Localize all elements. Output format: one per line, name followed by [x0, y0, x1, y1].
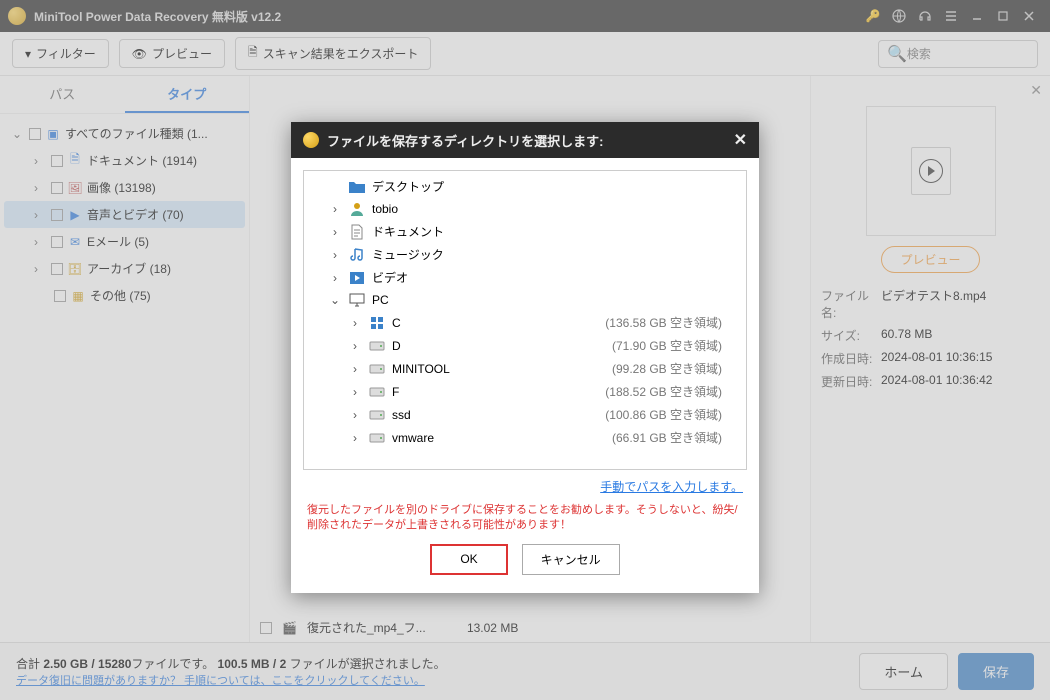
- chevron-icon: ⌄: [328, 293, 342, 307]
- chevron-icon: ›: [348, 431, 362, 445]
- folder-row[interactable]: › ドキュメント: [304, 220, 746, 243]
- folder-label: ssd: [392, 408, 411, 422]
- video-icon: [348, 270, 366, 286]
- folder-row[interactable]: › vmware (66.91 GB 空き領域): [304, 426, 746, 449]
- free-space: (100.86 GB 空き領域): [605, 406, 738, 423]
- doc-icon: [348, 224, 366, 240]
- free-space: (136.58 GB 空き領域): [605, 314, 738, 331]
- warning-text: 復元したファイルを別のドライブに保存することをお勧めします。そうしないと、紛失/…: [307, 503, 743, 534]
- folder-tree[interactable]: デスクトップ › tobio › ドキュメント › ミュージック › ビデオ ⌄ PC › C (136.…: [303, 170, 747, 470]
- folder-label: tobio: [372, 202, 398, 216]
- drive-icon: [368, 361, 386, 377]
- folder-label: デスクトップ: [372, 178, 444, 195]
- folder-label: F: [392, 385, 399, 399]
- dialog-logo-icon: [303, 132, 319, 148]
- free-space: (71.90 GB 空き領域): [612, 337, 738, 354]
- save-directory-dialog: ファイルを保存するディレクトリを選択します: ✕ デスクトップ › tobio › ドキ…: [291, 122, 759, 593]
- dialog-titlebar: ファイルを保存するディレクトリを選択します: ✕: [291, 122, 759, 158]
- folder-blue-icon: [348, 179, 366, 195]
- modal-overlay: ファイルを保存するディレクトリを選択します: ✕ デスクトップ › tobio › ドキ…: [0, 0, 1050, 700]
- folder-row[interactable]: ⌄ PC: [304, 289, 746, 311]
- cancel-button[interactable]: キャンセル: [522, 544, 620, 575]
- chevron-icon: ›: [348, 408, 362, 422]
- folder-row[interactable]: › ssd (100.86 GB 空き領域): [304, 403, 746, 426]
- folder-row[interactable]: › F (188.52 GB 空き領域): [304, 380, 746, 403]
- user-icon: [348, 201, 366, 217]
- free-space: (99.28 GB 空き領域): [612, 360, 738, 377]
- folder-label: ビデオ: [372, 269, 408, 286]
- ok-button[interactable]: OK: [430, 544, 507, 575]
- drive-icon: [368, 384, 386, 400]
- chevron-icon: ›: [328, 225, 342, 239]
- folder-label: ドキュメント: [372, 223, 444, 240]
- manual-path-link[interactable]: 手動でパスを入力します。: [307, 478, 743, 495]
- free-space: (66.91 GB 空き領域): [612, 429, 738, 446]
- folder-row[interactable]: デスクトップ: [304, 175, 746, 198]
- folder-row[interactable]: › ミュージック: [304, 243, 746, 266]
- folder-label: ミュージック: [372, 246, 444, 263]
- folder-label: vmware: [392, 431, 434, 445]
- chevron-icon: ›: [348, 316, 362, 330]
- chevron-icon: ›: [328, 248, 342, 262]
- folder-label: D: [392, 339, 401, 353]
- folder-row[interactable]: › ビデオ: [304, 266, 746, 289]
- music-icon: [348, 247, 366, 263]
- folder-row[interactable]: › C (136.58 GB 空き領域): [304, 311, 746, 334]
- folder-row[interactable]: › D (71.90 GB 空き領域): [304, 334, 746, 357]
- drive-icon: [368, 430, 386, 446]
- dialog-close-button[interactable]: ✕: [734, 130, 747, 150]
- chevron-icon: ›: [328, 202, 342, 216]
- chevron-icon: ›: [348, 385, 362, 399]
- folder-row[interactable]: › MINITOOL (99.28 GB 空き領域): [304, 357, 746, 380]
- drive-icon: [368, 338, 386, 354]
- drive-icon: [368, 407, 386, 423]
- folder-label: C: [392, 316, 401, 330]
- chevron-icon: ›: [348, 362, 362, 376]
- dialog-title: ファイルを保存するディレクトリを選択します:: [327, 131, 734, 150]
- free-space: (188.52 GB 空き領域): [605, 383, 738, 400]
- pc-icon: [348, 292, 366, 308]
- folder-label: MINITOOL: [392, 362, 450, 376]
- folder-label: PC: [372, 293, 389, 307]
- chevron-icon: ›: [348, 339, 362, 353]
- chevron-icon: ›: [328, 271, 342, 285]
- folder-row[interactable]: › tobio: [304, 198, 746, 220]
- win-icon: [368, 315, 386, 331]
